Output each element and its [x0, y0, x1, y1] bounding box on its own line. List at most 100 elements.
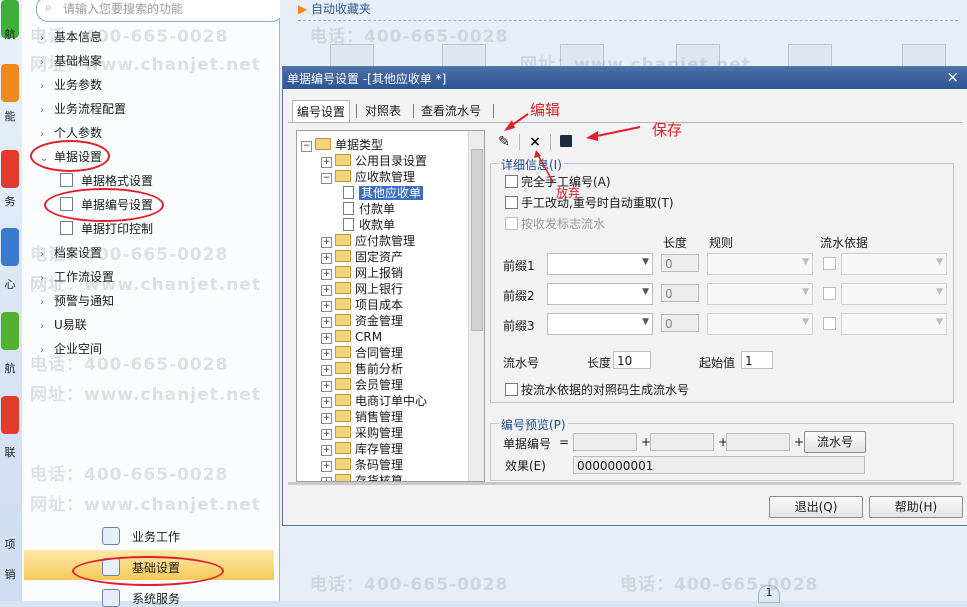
- rail-app-icon[interactable]: [1, 396, 19, 434]
- tree-node[interactable]: 收款单: [343, 217, 395, 233]
- prefix-3-flow-select[interactable]: ▼: [841, 313, 947, 335]
- folder-icon: [335, 426, 351, 438]
- document-icon: [343, 218, 354, 231]
- annotation-circle: [30, 140, 110, 172]
- tree-node[interactable]: + 网上银行: [321, 281, 403, 297]
- tree-node-root[interactable]: − 单据类型: [301, 137, 383, 153]
- watermark-phone: 电话：400-665-0028: [620, 575, 819, 595]
- col-flow-basis-label: 流水依据: [820, 236, 869, 250]
- chevron-right-icon: ›: [40, 81, 44, 92]
- tree-node[interactable]: + 库存管理: [321, 441, 403, 457]
- system-service-icon: [102, 589, 120, 607]
- dialog-title-bar[interactable]: 单据编号设置 -[其他应收单 *] ×: [283, 67, 967, 89]
- document-icon: [343, 202, 354, 215]
- prefix-1-length[interactable]: 0: [661, 254, 699, 272]
- prefix-2-rule[interactable]: ▼: [707, 283, 813, 305]
- prefix-3-flow-checkbox[interactable]: [823, 317, 839, 331]
- nav-item-process-config[interactable]: › 业务流程配置: [40, 99, 126, 119]
- document-type-tree[interactable]: − 单据类型 + 公用目录设置 − 应收款管理 其他应收单 付款单 收款单 + 应付款管…: [296, 130, 485, 482]
- tree-node[interactable]: + 售前分析: [321, 361, 403, 377]
- prefix-1-select[interactable]: ▼: [547, 253, 653, 275]
- close-icon[interactable]: ×: [946, 68, 959, 86]
- start-value-label: 起始值: [699, 356, 736, 370]
- effect-label: 效果(E): [505, 459, 546, 473]
- folder-icon: [335, 170, 351, 182]
- serial-length-input[interactable]: 10: [613, 351, 651, 369]
- tree-node[interactable]: + 销售管理: [321, 409, 403, 425]
- tree-node[interactable]: + 公用目录设置: [321, 153, 427, 169]
- rail-label: 航: [4, 362, 16, 375]
- prefix-3-length[interactable]: 0: [661, 314, 699, 332]
- nav-item-business-params[interactable]: › 业务参数: [40, 75, 102, 95]
- folder-icon: [335, 378, 351, 390]
- prefix-2-flow-select[interactable]: ▼: [841, 283, 947, 305]
- rail-label: 销: [4, 568, 16, 581]
- folder-icon: [335, 250, 351, 262]
- favorites-bar[interactable]: ▶ 自动收藏夹: [298, 0, 371, 18]
- tree-node[interactable]: + 网上报销: [321, 265, 403, 281]
- watermark-phone: 电话：400-665-0028: [30, 27, 229, 47]
- folder-icon: [335, 362, 351, 374]
- nav-bottom-business-work[interactable]: 业务工作: [102, 527, 180, 545]
- rail-label: 务: [4, 195, 16, 208]
- tree-node[interactable]: + 资金管理: [321, 313, 403, 329]
- watermark-phone: 电话：400-665-0028: [310, 27, 509, 47]
- tree-node[interactable]: + 采购管理: [321, 425, 403, 441]
- annotation-circle: [72, 556, 224, 586]
- tree-scrollbar[interactable]: [468, 131, 484, 481]
- tree-node[interactable]: + CRM: [321, 329, 382, 345]
- search-input[interactable]: ⌕ 请输入您要搜索的功能: [36, 0, 284, 22]
- nav-sub-print-control[interactable]: 单据打印控制: [60, 219, 153, 239]
- serial-number-button[interactable]: 流水号: [804, 431, 866, 453]
- prefix-2-length[interactable]: 0: [661, 284, 699, 302]
- tree-node[interactable]: + 存货核算: [321, 473, 403, 481]
- by-flag-checkbox[interactable]: 按收发标志流水: [505, 215, 605, 232]
- tree-node[interactable]: + 固定资产: [321, 249, 403, 265]
- plus-sign: +: [794, 435, 805, 449]
- help-button[interactable]: 帮助(H): [869, 496, 963, 518]
- start-value-input[interactable]: 1: [741, 351, 773, 369]
- scroll-thumb[interactable]: [471, 149, 483, 331]
- search-icon: ⌕: [45, 0, 52, 14]
- prefix-1-flow-checkbox[interactable]: [823, 257, 839, 271]
- prefix-3-rule[interactable]: ▼: [707, 313, 813, 335]
- exit-button[interactable]: 退出(Q): [769, 496, 863, 518]
- prefix-3-label: 前缀3: [503, 319, 535, 333]
- nav-item-ueasy[interactable]: › U易联: [40, 315, 87, 335]
- prefix-2-flow-checkbox[interactable]: [823, 287, 839, 301]
- tree-node[interactable]: + 电商订单中心: [321, 393, 427, 409]
- tree-node-selected[interactable]: 其他应收单: [343, 185, 424, 201]
- folder-icon: [335, 266, 351, 278]
- tree-node[interactable]: + 合同管理: [321, 345, 403, 361]
- tab-separator: [413, 104, 414, 118]
- tab-view-serial[interactable]: 查看流水号: [417, 100, 485, 122]
- preview-prefix-3: [726, 433, 790, 451]
- rail-app-icon[interactable]: [1, 64, 19, 102]
- prefix-1-rule[interactable]: ▼: [707, 253, 813, 275]
- gen-by-code-checkbox[interactable]: 按流水依据的对照码生成流水号: [505, 381, 689, 398]
- tab-mapping-table[interactable]: 对照表: [361, 100, 405, 122]
- prefix-2-select[interactable]: ▼: [547, 283, 653, 305]
- prefix-1-flow-select[interactable]: ▼: [841, 253, 947, 275]
- nav-bottom-system-service[interactable]: 系统服务: [102, 589, 180, 607]
- tab-number-settings[interactable]: 编号设置: [292, 100, 351, 123]
- rail-app-icon[interactable]: [1, 228, 19, 266]
- watermark-site: 网址：www.chanjet.net: [30, 55, 261, 75]
- tree-node[interactable]: + 条码管理: [321, 457, 403, 473]
- annotation-circle: [44, 188, 164, 222]
- serial-label: 流水号: [503, 356, 540, 370]
- rail-app-icon[interactable]: [1, 312, 19, 350]
- rail-app-icon[interactable]: [1, 150, 19, 188]
- rail-label: 联: [4, 446, 16, 459]
- tree-node[interactable]: + 项目成本: [321, 297, 403, 313]
- annotation-arrows: [504, 113, 641, 183]
- tree-node[interactable]: + 会员管理: [321, 377, 403, 393]
- document-icon: [60, 221, 73, 235]
- prefix-3-select[interactable]: ▼: [547, 313, 653, 335]
- tree-node[interactable]: + 应付款管理: [321, 233, 415, 249]
- tree-node[interactable]: 付款单: [343, 201, 395, 217]
- folder-icon: [335, 442, 351, 454]
- folder-icon: [335, 474, 351, 481]
- tree-node[interactable]: − 应收款管理: [321, 169, 415, 185]
- prefix-2-label: 前缀2: [503, 289, 535, 303]
